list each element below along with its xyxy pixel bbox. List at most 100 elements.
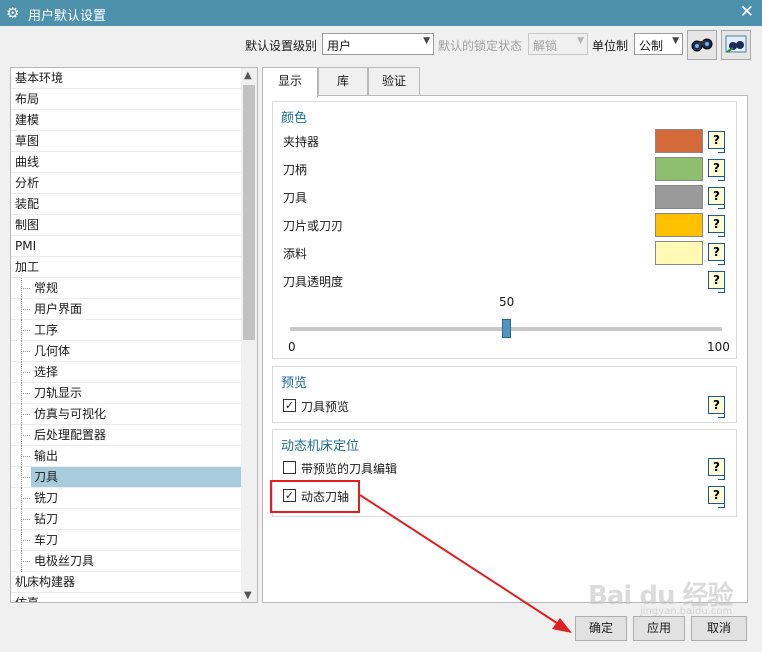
help-icon[interactable]: ? (708, 243, 725, 265)
title-bar: ⚙ 用户默认设置 ✕ (0, 0, 762, 26)
close-icon[interactable]: ✕ (740, 2, 754, 22)
colors-group-title: 颜色 (281, 111, 308, 126)
tree-child-item[interactable]: 车刀 (11, 530, 242, 551)
dynamic-group-title: 动态机床定位 (281, 439, 360, 454)
transparency-label: 刀具透明度 (283, 275, 344, 289)
tree-child-item-label: 后处理配置器 (34, 428, 107, 442)
lock-label: 默认的锁定状态 (438, 39, 523, 53)
tree-item-label: PMI (15, 239, 37, 253)
lock-select-value: 解锁 (533, 39, 558, 53)
binoculars-icon (691, 38, 713, 52)
manage-defaults-icon (725, 35, 747, 53)
apply-button[interactable]: 应用 (633, 616, 685, 641)
chevron-down-icon: ▼ (577, 36, 584, 46)
gear-icon: ⚙ (6, 4, 20, 22)
tab-library[interactable]: 库 (318, 67, 368, 96)
tree-child-item[interactable]: 选择 (11, 362, 242, 383)
lock-select: 解锁 ▼ (528, 33, 588, 55)
tree-child-item-label: 钻刀 (34, 512, 59, 526)
tool-color-label: 刀具 (283, 191, 308, 205)
tab-display[interactable]: 显示 (262, 67, 318, 97)
tree-item[interactable]: 草图 (11, 131, 242, 152)
tree-child-item-label: 刀具 (33, 470, 199, 484)
help-icon[interactable]: ? (708, 159, 725, 181)
level-select[interactable]: 用户 ▼ (322, 33, 434, 55)
tree-child-item[interactable]: 常规 (11, 278, 242, 299)
tree-child-item[interactable]: 几何体 (11, 341, 242, 362)
tree-child-item[interactable]: 铣刀 (11, 488, 242, 509)
shank-color-swatch[interactable] (655, 157, 703, 181)
tree-item[interactable]: 机床构建器 (11, 572, 242, 593)
tree-item[interactable]: 装配 (11, 194, 242, 215)
help-icon[interactable]: ? (708, 486, 725, 508)
tree-child-item-label: 几何体 (34, 344, 71, 358)
insert-color-swatch[interactable] (655, 213, 703, 237)
tree-item[interactable]: 仿真 (11, 593, 242, 603)
tool-edit-preview-label: 带预览的刀具编辑 (301, 462, 398, 476)
tree-item-label: 装配 (15, 197, 40, 211)
tree-item-label: 仿真 (15, 596, 40, 603)
shank-color-label: 刀柄 (283, 163, 308, 177)
tree-item[interactable]: 分析 (11, 173, 242, 194)
cancel-button[interactable]: 取消 (691, 616, 747, 641)
help-icon[interactable]: ? (708, 458, 725, 480)
tree-child-item[interactable]: 刀轨显示 (11, 383, 242, 404)
category-tree[interactable]: 基本环境布局 建模草图曲线 分析装配制图 PMI 加工常规用户界面工序几何体选择刀轨显示… (10, 67, 258, 603)
help-icon[interactable]: ? (708, 396, 725, 418)
additive-color-swatch[interactable] (655, 241, 703, 265)
help-icon[interactable]: ? (708, 131, 725, 153)
holder-color-swatch[interactable] (655, 129, 703, 153)
tree-child-item[interactable]: 刀具 (11, 467, 242, 488)
tree-item[interactable]: 基本环境 (11, 68, 242, 89)
tree-item[interactable]: PMI (11, 236, 242, 257)
scroll-down-icon[interactable]: ▼ (244, 590, 252, 601)
slider-current-value: 50 (499, 295, 515, 309)
tree-child-item[interactable]: 电极丝刀具 (11, 551, 242, 572)
tree-child-item[interactable]: 输出 (11, 446, 242, 467)
tree-item[interactable]: 制图 (11, 215, 242, 236)
tree-item-label: 草图 (15, 134, 40, 148)
tool-preview-checkbox[interactable]: ✓ (283, 399, 296, 412)
tree-child-item[interactable]: 后处理配置器 (11, 425, 242, 446)
tab-validation[interactable]: 验证 (368, 67, 420, 96)
annotation-highlight-box (270, 480, 360, 513)
ok-button[interactable]: 确定 (575, 616, 627, 641)
level-select-value: 用户 (327, 39, 352, 53)
tree-item[interactable]: 建模 (11, 110, 242, 131)
tree-item-label: 机床构建器 (15, 575, 76, 589)
tree-scrollbar[interactable]: ▲ ▼ (241, 68, 257, 602)
window-title: 用户默认设置 (28, 9, 107, 24)
tree-child-item-label: 选择 (34, 365, 59, 379)
tree-child-item[interactable]: 仿真与可视化 (11, 404, 242, 425)
scroll-up-icon[interactable]: ▲ (244, 70, 252, 81)
help-icon[interactable]: ? (708, 271, 725, 293)
unit-select[interactable]: 公制 ▼ (634, 33, 683, 55)
help-icon[interactable]: ? (708, 215, 725, 237)
tree-rows: 基本环境布局 建模草图曲线 分析装配制图 PMI 加工常规用户界面工序几何体选择刀轨显示… (11, 68, 242, 603)
tree-child-item-label: 仿真与可视化 (34, 407, 107, 421)
tree-child-item-label: 用户界面 (34, 302, 83, 316)
tree-child-item-label: 常规 (34, 281, 59, 295)
manage-defaults-button[interactable] (721, 30, 751, 60)
help-icon[interactable]: ? (708, 187, 725, 209)
tree-child-item[interactable]: 钻刀 (11, 509, 242, 530)
additive-color-label: 添料 (283, 247, 308, 261)
chevron-down-icon: ▼ (423, 36, 430, 46)
tree-child-item[interactable]: 用户界面 (11, 299, 242, 320)
tool-color-swatch[interactable] (655, 185, 703, 209)
tree-item[interactable]: 布局 (11, 89, 242, 110)
tree-item-label: 基本环境 (15, 71, 64, 85)
tree-child-item-label: 铣刀 (34, 491, 59, 505)
chevron-down-icon: ▼ (672, 36, 679, 46)
tree-item[interactable]: 曲线 (11, 152, 242, 173)
preview-group-title: 预览 (281, 376, 308, 391)
tree-item-label: 加工 (15, 260, 40, 274)
scroll-thumb[interactable] (243, 85, 255, 340)
tool-edit-preview-checkbox[interactable] (283, 461, 296, 474)
unit-label: 单位制 (592, 39, 629, 53)
find-button[interactable] (687, 30, 717, 60)
transparency-slider-thumb[interactable] (502, 319, 511, 338)
tree-child-item-label: 电极丝刀具 (34, 554, 95, 568)
tree-child-item[interactable]: 工序 (11, 320, 242, 341)
tree-item[interactable]: 加工 (11, 257, 242, 278)
